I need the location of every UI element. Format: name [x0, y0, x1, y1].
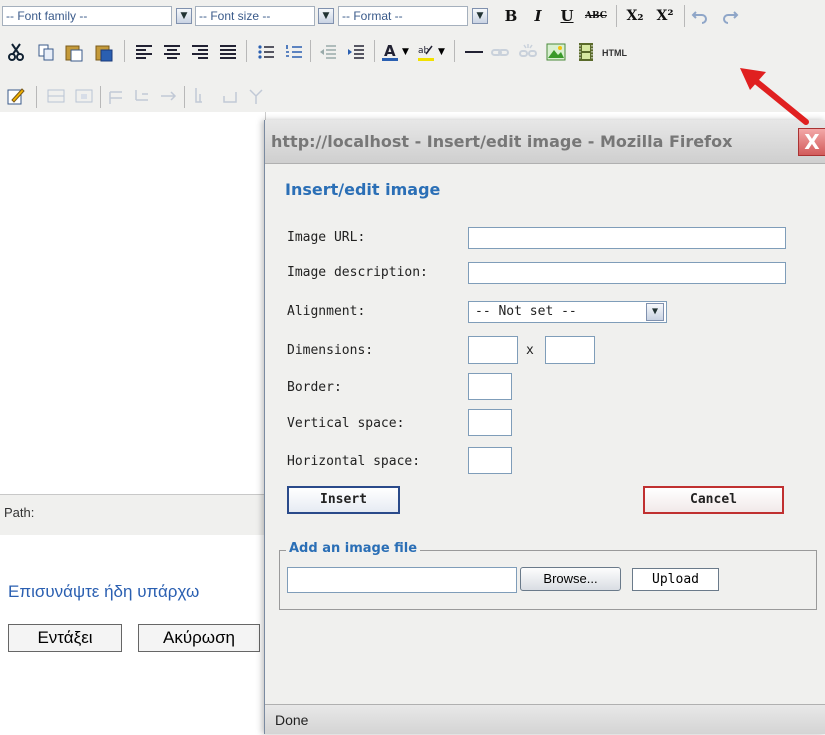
table-row-props-icon[interactable] — [46, 86, 66, 106]
border-label: Border: — [287, 380, 342, 395]
format-select[interactable]: -- Format -- — [338, 6, 468, 26]
toolbar-separator — [310, 40, 311, 62]
browse-button[interactable]: Browse... — [520, 567, 621, 591]
insert-row-after-icon[interactable] — [132, 86, 152, 106]
undo-icon[interactable] — [690, 6, 710, 26]
underline-button[interactable]: U — [556, 5, 578, 27]
unlink-icon[interactable] — [518, 42, 538, 62]
width-input[interactable] — [468, 336, 518, 364]
insert-media-icon[interactable] — [576, 42, 596, 62]
dimensions-separator: x — [526, 343, 534, 358]
format-dropdown-icon[interactable]: ▼ — [472, 8, 488, 24]
bullet-list-icon[interactable] — [256, 42, 276, 62]
horizontal-rule-icon[interactable] — [464, 42, 484, 62]
toolbar-separator — [184, 86, 185, 108]
chevron-down-icon[interactable]: ▼ — [646, 303, 664, 321]
path-label: Path: — [4, 505, 35, 520]
cancel-page-button[interactable]: Ακύρωση — [138, 624, 260, 652]
outdent-icon[interactable] — [318, 42, 338, 62]
delete-col-icon[interactable] — [246, 86, 266, 106]
background-color-icon[interactable]: ab — [416, 42, 436, 62]
html-source-button[interactable]: HTML — [602, 48, 627, 58]
cancel-button[interactable]: Cancel — [643, 486, 784, 514]
toolbar-separator — [124, 40, 125, 62]
delete-row-icon[interactable] — [158, 86, 178, 106]
add-image-file-group: Add an image file Browse... Upload — [279, 541, 817, 610]
font-family-select[interactable]: -- Font family -- — [2, 6, 172, 26]
align-justify-icon[interactable] — [218, 42, 238, 62]
align-right-icon[interactable] — [190, 42, 210, 62]
close-icon[interactable]: X — [798, 128, 825, 156]
insert-row-before-icon[interactable] — [106, 86, 126, 106]
toolbar-separator — [100, 86, 101, 108]
font-family-dropdown-icon[interactable]: ▼ — [176, 8, 192, 24]
numbered-list-icon[interactable] — [284, 42, 304, 62]
bold-button[interactable]: B — [500, 5, 522, 27]
insert-button[interactable]: Insert — [287, 486, 400, 514]
upload-button[interactable]: Upload — [632, 568, 719, 591]
link-icon[interactable] — [490, 42, 510, 62]
image-description-input[interactable] — [468, 262, 786, 284]
insert-col-before-icon[interactable] — [192, 86, 212, 106]
insert-col-after-icon[interactable] — [220, 86, 240, 106]
vertical-space-label: Vertical space: — [287, 416, 405, 431]
strikethrough-button[interactable]: ABC — [582, 5, 610, 27]
pointer-arrow-icon — [740, 68, 809, 125]
image-description-label: Image description: — [287, 265, 428, 280]
align-left-icon[interactable] — [134, 42, 154, 62]
ok-button[interactable]: Εντάξει — [8, 624, 122, 652]
paste-word-icon[interactable] — [94, 42, 114, 62]
table-cell-props-icon[interactable] — [74, 86, 94, 106]
text-color-icon[interactable]: A — [380, 42, 400, 62]
image-url-input[interactable] — [468, 227, 786, 249]
text-color-dropdown-icon[interactable]: ▼ — [402, 42, 412, 62]
editor-content-area[interactable] — [0, 112, 266, 494]
horizontal-space-input[interactable] — [468, 447, 512, 474]
editor-toolbar: -- Font family -- ▼ -- Font size -- ▼ --… — [0, 0, 825, 112]
alignment-value: -- Not set -- — [475, 304, 577, 319]
copy-icon[interactable] — [36, 42, 56, 62]
svg-text:A: A — [384, 42, 396, 60]
popup-window-title: http://localhost - Insert/edit image - M… — [271, 132, 733, 151]
indent-icon[interactable] — [346, 42, 366, 62]
cut-icon[interactable] — [6, 42, 26, 62]
status-text: Done — [275, 712, 309, 728]
path-bar: Path: — [0, 494, 265, 535]
font-size-select[interactable]: -- Font size -- — [195, 6, 315, 26]
dialog-title: Insert/edit image — [285, 180, 441, 199]
superscript-button[interactable]: X² — [654, 5, 676, 27]
file-path-input[interactable] — [287, 567, 517, 593]
paste-icon[interactable] — [64, 42, 84, 62]
image-url-label: Image URL: — [287, 230, 366, 245]
font-size-label: -- Font size -- — [199, 9, 271, 23]
insert-image-popup: http://localhost - Insert/edit image - M… — [264, 120, 825, 734]
alignment-label: Alignment: — [287, 304, 366, 319]
toolbar-separator — [616, 5, 617, 27]
add-image-file-legend: Add an image file — [286, 541, 421, 556]
toolbar-separator — [246, 40, 247, 62]
toolbar-separator — [36, 86, 37, 108]
toolbar-separator — [374, 40, 375, 62]
border-input[interactable] — [468, 373, 512, 400]
font-size-dropdown-icon[interactable]: ▼ — [318, 8, 334, 24]
subscript-button[interactable]: X₂ — [624, 5, 646, 27]
horizontal-space-label: Horizontal space: — [287, 454, 421, 469]
attach-existing-link[interactable]: Επισυνάψτε ήδη υπάρχω — [8, 582, 199, 602]
height-input[interactable] — [545, 336, 595, 364]
redo-icon[interactable] — [720, 6, 740, 26]
dimensions-label: Dimensions: — [287, 343, 374, 358]
edit-css-icon[interactable] — [6, 86, 26, 106]
toolbar-separator — [454, 40, 455, 62]
italic-button[interactable]: I — [527, 5, 549, 27]
font-family-label: -- Font family -- — [6, 9, 88, 23]
background-color-dropdown-icon[interactable]: ▼ — [438, 42, 448, 62]
alignment-select[interactable]: -- Not set -- ▼ — [468, 301, 667, 323]
insert-image-icon[interactable] — [546, 42, 566, 62]
toolbar-separator — [684, 5, 685, 27]
align-center-icon[interactable] — [162, 42, 182, 62]
vertical-space-input[interactable] — [468, 409, 512, 436]
popup-status-bar: Done — [265, 704, 825, 734]
format-label: -- Format -- — [342, 9, 403, 23]
